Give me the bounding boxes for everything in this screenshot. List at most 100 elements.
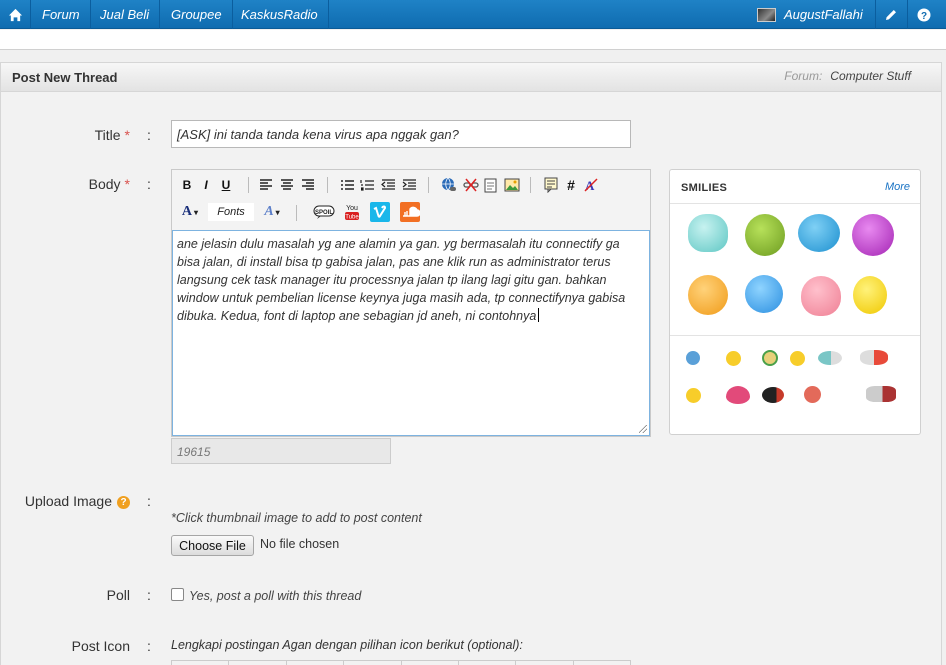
post-icon-option[interactable] — [343, 661, 400, 665]
quote-button[interactable] — [542, 176, 560, 194]
page-title: Post New Thread — [12, 70, 118, 85]
dizzy-smiley-icon[interactable] — [762, 350, 778, 366]
title-input[interactable]: [ASK] ini tanda tanda kena virus apa ngg… — [171, 120, 631, 148]
post-icon-colon: : — [147, 638, 151, 654]
quote-icon — [544, 177, 558, 193]
post-icon-option[interactable] — [457, 661, 515, 665]
dark-smiley-icon[interactable] — [762, 387, 784, 403]
clear-format-icon: A — [584, 178, 598, 193]
align-center-button[interactable] — [278, 176, 296, 194]
post-icon-option[interactable] — [171, 661, 228, 665]
hashtag-button[interactable]: # — [562, 176, 580, 194]
body-colon: : — [147, 176, 151, 192]
insert-image-button[interactable] — [503, 176, 521, 194]
soundcloud-button[interactable] — [400, 202, 420, 222]
upload-hint: *Click thumbnail image to add to post co… — [171, 511, 422, 525]
resize-handle[interactable] — [639, 425, 647, 433]
italic-button[interactable]: I — [197, 176, 215, 194]
body-line: window untuk pembelian license keynya ju… — [177, 291, 626, 305]
youtube-button[interactable]: You Tube — [343, 203, 361, 221]
bullet-list-button[interactable] — [338, 176, 356, 194]
title-colon: : — [147, 127, 151, 143]
sick-smiley-icon[interactable] — [745, 214, 785, 256]
blue-smiley-icon[interactable] — [745, 275, 783, 313]
underline-button[interactable]: U — [217, 176, 235, 194]
post-icon-option[interactable] — [515, 661, 572, 665]
choose-file-button[interactable]: Choose File — [171, 535, 254, 556]
red-smiley-icon[interactable] — [804, 386, 821, 403]
help-icon: ? — [917, 8, 931, 22]
indent-icon — [402, 179, 416, 190]
soundcloud-icon — [400, 202, 420, 222]
edit-button[interactable] — [876, 0, 906, 29]
flag-smiley-icon[interactable] — [860, 350, 888, 365]
post-icon-description: Lengkapi postingan Agan dengan pilihan i… — [171, 638, 523, 652]
nav-groupee[interactable]: Groupee — [161, 0, 233, 29]
mask-smiley-icon[interactable] — [818, 351, 842, 365]
character-counter: 19615 — [171, 438, 391, 464]
align-center-icon — [281, 179, 293, 190]
nav-kaskusradio[interactable]: KaskusRadio — [231, 0, 329, 29]
body-line: dibuka. Kedua, font di laptop ane sebagi… — [177, 307, 645, 325]
body-line: bisa jalan, di install bisa tp gabisa ja… — [177, 255, 611, 269]
pencil-icon — [886, 9, 896, 20]
nav-jual-beli[interactable]: Jual Beli — [90, 0, 161, 29]
gross-smiley-icon[interactable] — [798, 214, 840, 252]
clear-format-button[interactable]: A — [582, 176, 600, 194]
forum-name[interactable]: Computer Stuff — [830, 69, 911, 83]
help-button[interactable]: ? — [909, 0, 939, 29]
body-line: langsung cek task manager itu processnya… — [177, 273, 607, 287]
cry-smiley-icon[interactable] — [686, 388, 701, 403]
indent-button[interactable] — [400, 176, 418, 194]
poll-label: Poll — [106, 587, 130, 603]
svg-text:?: ? — [921, 11, 927, 22]
number-list-button[interactable] — [358, 176, 376, 194]
svg-text:SPOIL: SPOIL — [315, 210, 333, 216]
upload-colon: : — [147, 493, 151, 509]
home-button[interactable] — [0, 0, 31, 29]
vimeo-icon — [370, 202, 390, 222]
username: AugustFallahi — [784, 7, 863, 22]
yellow-smiley-icon[interactable] — [853, 276, 887, 314]
nav-forum[interactable]: Forum — [32, 0, 91, 29]
youtube-icon: You Tube — [345, 205, 359, 221]
sign-smiley-icon[interactable] — [866, 386, 896, 402]
purple-smiley-icon[interactable] — [852, 214, 894, 256]
no-file-text: No file chosen — [260, 537, 340, 551]
post-icon-option[interactable] — [285, 661, 343, 665]
vimeo-button[interactable] — [370, 202, 390, 222]
insert-email-button[interactable] — [482, 176, 500, 194]
outdent-button[interactable] — [379, 176, 397, 194]
post-icon-option[interactable] — [400, 661, 458, 665]
font-size-button[interactable]: A ▾ — [260, 203, 284, 221]
insert-link-button[interactable] — [440, 176, 458, 194]
blue-drink-smiley-icon[interactable] — [686, 351, 700, 365]
angry-smiley-icon[interactable] — [688, 275, 728, 315]
post-icon-option[interactable] — [572, 661, 631, 665]
yellow-smile-icon[interactable] — [726, 351, 741, 366]
poll-checkbox[interactable] — [171, 588, 184, 601]
smilies-more-link[interactable]: More — [885, 181, 910, 193]
align-right-button[interactable] — [299, 176, 317, 194]
user-menu[interactable]: AugustFallahi — [757, 0, 863, 29]
heart-hug-smiley-icon[interactable] — [801, 276, 841, 316]
svg-text:Tube: Tube — [345, 215, 359, 221]
spoiler-button[interactable]: SPOIL — [312, 203, 336, 221]
heart-smiley-icon[interactable] — [726, 386, 750, 404]
align-left-icon — [260, 179, 272, 190]
scared-smiley-icon[interactable] — [688, 214, 728, 252]
outdent-icon — [380, 179, 395, 190]
remove-link-button[interactable] — [462, 176, 480, 194]
post-icon-option[interactable] — [228, 661, 285, 665]
poll-colon: : — [147, 587, 151, 603]
wink-smiley-icon[interactable] — [790, 351, 805, 366]
poll-option-text[interactable]: Yes, post a poll with this thread — [189, 589, 361, 603]
body-textarea[interactable]: ane jelasin dulu masalah yg ane alamin y… — [172, 230, 650, 436]
bold-button[interactable]: B — [178, 176, 196, 194]
image-icon — [504, 178, 520, 192]
font-color-button[interactable]: A ▾ — [178, 203, 202, 221]
body-editor: B I U # A ▾ Fonts A ▾ SPOIL You Tube ane… — [171, 169, 651, 437]
align-left-button[interactable] — [257, 176, 275, 194]
fonts-dropdown[interactable]: Fonts — [208, 203, 254, 221]
help-icon[interactable]: ? — [117, 496, 130, 509]
